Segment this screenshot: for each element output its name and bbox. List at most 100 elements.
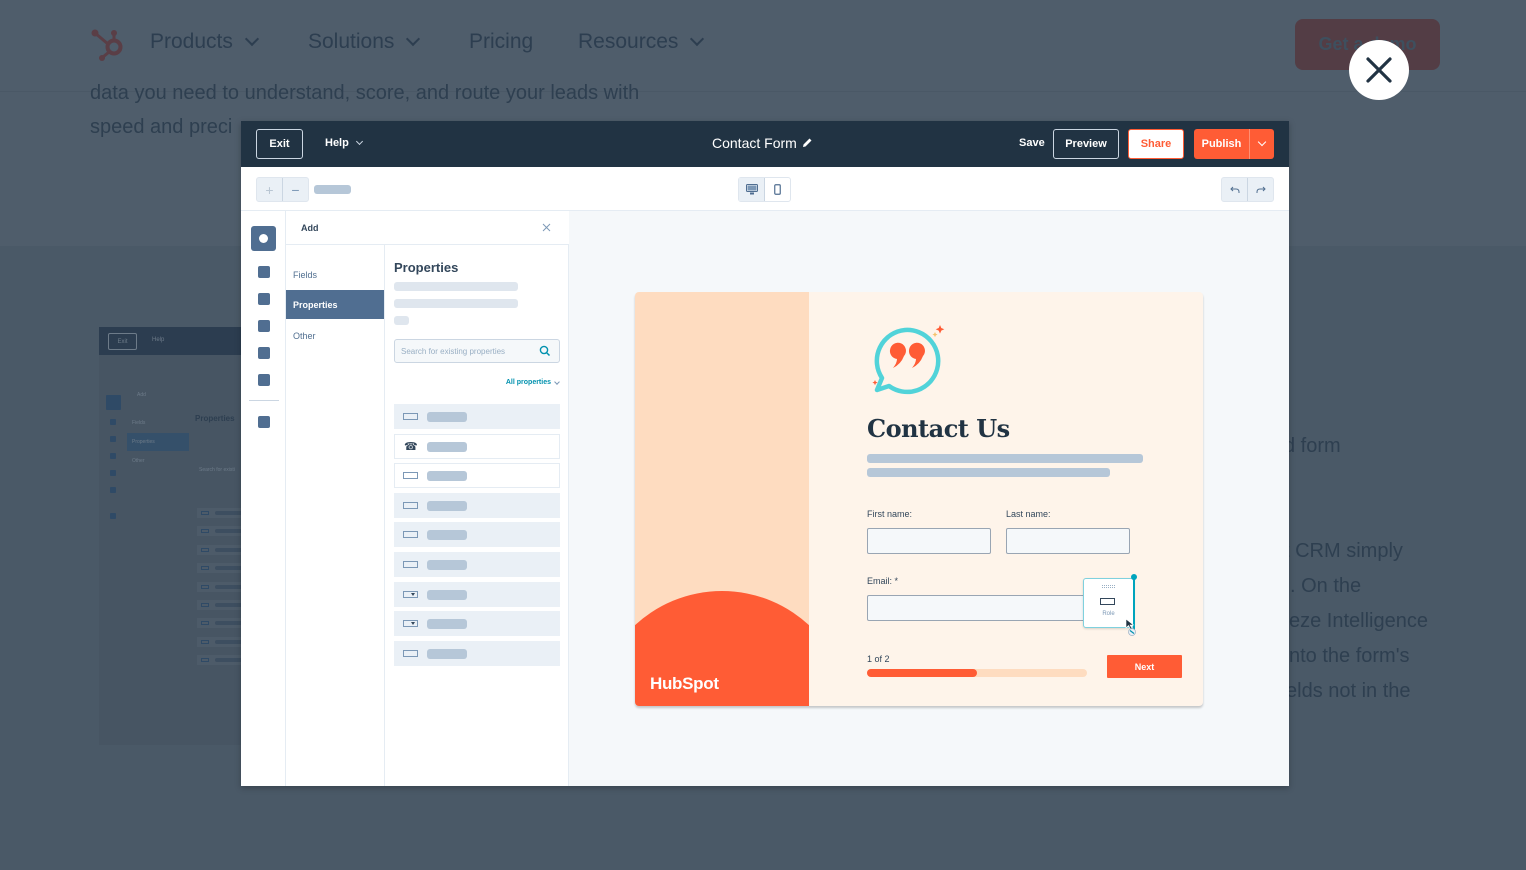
property-name-placeholder bbox=[427, 648, 467, 659]
phone-icon: ☎ bbox=[404, 440, 418, 453]
property-row[interactable]: ☎ bbox=[394, 433, 560, 459]
skeleton-line bbox=[394, 299, 518, 308]
undo-icon bbox=[1229, 186, 1239, 193]
step-indicator: 1 of 2 bbox=[867, 654, 890, 664]
property-row[interactable] bbox=[394, 492, 560, 518]
rail-item-icon[interactable] bbox=[258, 416, 270, 428]
hubspot-logo-icon[interactable] bbox=[88, 24, 128, 64]
rail-add-button[interactable] bbox=[251, 226, 276, 251]
close-icon bbox=[542, 223, 551, 232]
close-modal-button[interactable] bbox=[1349, 40, 1409, 100]
progress-fill bbox=[867, 669, 977, 677]
property-row[interactable] bbox=[394, 552, 560, 577]
properties-title: Properties bbox=[394, 260, 459, 275]
property-row[interactable] bbox=[394, 611, 560, 637]
property-search-input[interactable]: Search for existing properties bbox=[394, 339, 560, 363]
email-label: Email: * bbox=[867, 576, 899, 586]
quote-bubble-icon bbox=[872, 325, 945, 395]
properties-panel: Properties Search for existing propertie… bbox=[385, 245, 569, 786]
property-name-placeholder bbox=[427, 471, 467, 482]
progress-bar bbox=[867, 669, 1087, 677]
rail-item-icon[interactable] bbox=[258, 374, 270, 386]
first-name-input[interactable] bbox=[867, 528, 991, 554]
exit-button[interactable]: Exit bbox=[256, 129, 303, 159]
body-text-line: t CRM simply bbox=[1284, 540, 1403, 562]
editor-left-rail bbox=[241, 211, 286, 786]
nav-products[interactable]: Products bbox=[150, 30, 259, 54]
text-field-icon bbox=[403, 501, 418, 509]
property-name-placeholder bbox=[427, 619, 467, 630]
background-editor-thumbnail: Exit Help Add Fields Properties Other Pr… bbox=[99, 327, 244, 745]
all-properties-filter[interactable]: All properties bbox=[506, 378, 560, 386]
zoom-in-button[interactable]: + bbox=[257, 178, 282, 201]
zoom-level-placeholder bbox=[314, 185, 351, 194]
form-canvas: HubSpot Contact Us First name: Last name… bbox=[569, 211, 1289, 786]
text-field-icon bbox=[403, 561, 418, 568]
help-menu[interactable]: Help bbox=[325, 137, 363, 149]
last-name-input[interactable] bbox=[1006, 528, 1130, 554]
number-field-icon bbox=[403, 472, 418, 480]
pencil-icon[interactable] bbox=[801, 137, 813, 149]
form-brand-panel: HubSpot bbox=[635, 292, 809, 706]
zoom-controls: + − bbox=[256, 177, 309, 202]
rail-item-icon[interactable] bbox=[258, 266, 270, 278]
zoom-out-button[interactable]: − bbox=[282, 178, 308, 201]
text-field-icon bbox=[1100, 598, 1115, 605]
property-row[interactable] bbox=[394, 522, 560, 548]
chevron-down-icon bbox=[406, 31, 421, 47]
property-row[interactable] bbox=[394, 640, 560, 666]
mobile-view-button[interactable] bbox=[765, 178, 790, 201]
property-name-placeholder bbox=[427, 500, 467, 511]
category-fields[interactable]: Fields bbox=[286, 260, 384, 289]
email-input[interactable] bbox=[867, 595, 1087, 621]
save-button[interactable]: Save bbox=[1019, 137, 1045, 149]
text-field-icon bbox=[403, 531, 418, 539]
property-row[interactable] bbox=[394, 463, 560, 489]
property-name-placeholder bbox=[427, 530, 467, 541]
editor-toolbar: + − bbox=[241, 167, 1289, 211]
preview-button[interactable]: Preview bbox=[1053, 129, 1119, 159]
dragged-field-label: Role bbox=[1102, 611, 1115, 617]
property-name-placeholder bbox=[427, 560, 467, 570]
category-properties[interactable]: Properties bbox=[286, 290, 384, 319]
add-icon bbox=[259, 234, 268, 243]
nav-pricing[interactable]: Pricing bbox=[469, 30, 533, 54]
chevron-down-icon bbox=[690, 31, 705, 47]
description-placeholder bbox=[867, 468, 1110, 477]
redo-button[interactable] bbox=[1247, 178, 1273, 201]
body-text-line: . On the bbox=[1290, 575, 1362, 597]
nav-resources[interactable]: Resources bbox=[578, 30, 705, 54]
chevron-down-icon bbox=[244, 31, 259, 47]
chevron-down-icon bbox=[355, 137, 363, 146]
hubspot-wordmark: HubSpot bbox=[650, 674, 719, 693]
publish-dropdown-toggle[interactable] bbox=[1250, 129, 1274, 159]
share-button[interactable]: Share bbox=[1128, 129, 1184, 159]
undo-button[interactable] bbox=[1222, 178, 1247, 201]
intro-text-line: data you need to understand, score, and … bbox=[90, 82, 640, 104]
mobile-icon bbox=[774, 184, 781, 195]
category-other[interactable]: Other bbox=[286, 321, 384, 350]
rail-item-icon[interactable] bbox=[258, 347, 270, 359]
nav-solutions[interactable]: Solutions bbox=[308, 30, 421, 54]
property-name-placeholder bbox=[427, 441, 467, 452]
property-name-placeholder bbox=[427, 589, 467, 600]
close-panel-button[interactable] bbox=[542, 219, 551, 235]
desktop-view-button[interactable] bbox=[739, 178, 765, 201]
form-title[interactable]: Contact Form bbox=[712, 135, 813, 151]
cursor-icon bbox=[1125, 618, 1136, 636]
property-row[interactable] bbox=[394, 404, 560, 429]
property-name-placeholder bbox=[427, 412, 467, 422]
text-field-icon bbox=[403, 649, 418, 657]
next-button[interactable]: Next bbox=[1107, 655, 1182, 678]
rail-item-icon[interactable] bbox=[258, 320, 270, 332]
intro-text-line: speed and preci bbox=[90, 116, 233, 138]
history-controls bbox=[1221, 177, 1274, 202]
drag-handle-icon bbox=[1102, 585, 1115, 588]
body-text-line: eze Intelligence bbox=[1289, 610, 1428, 632]
rail-item-icon[interactable] bbox=[258, 293, 270, 305]
desktop-icon bbox=[745, 184, 758, 195]
property-row[interactable] bbox=[394, 581, 560, 607]
skeleton-line bbox=[394, 316, 409, 325]
publish-button[interactable]: Publish bbox=[1194, 129, 1250, 159]
chevron-down-icon bbox=[554, 378, 560, 385]
